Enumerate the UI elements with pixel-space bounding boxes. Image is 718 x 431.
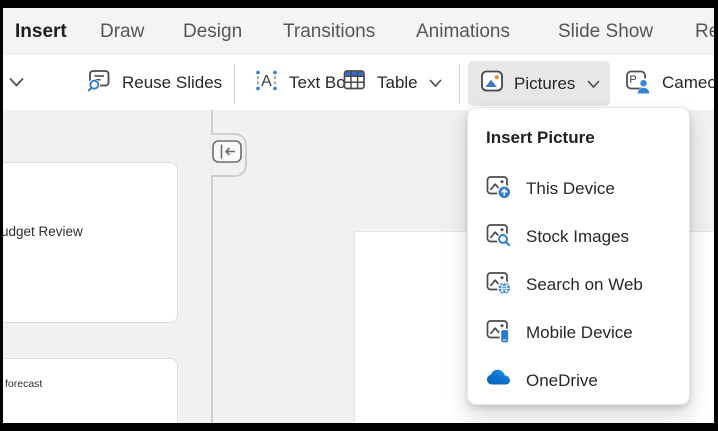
tab-transitions[interactable]: Transitions	[283, 8, 375, 55]
powerpoint-app: Insert Draw Design Transitions Animation…	[3, 8, 714, 423]
svg-text:A: A	[261, 73, 272, 90]
tab-insert[interactable]: Insert	[15, 8, 67, 55]
onedrive-icon	[485, 365, 512, 397]
reuse-slides-icon	[85, 66, 113, 99]
text-box-icon: A	[253, 67, 280, 99]
picture-search-icon	[485, 221, 512, 253]
cameo-icon: P	[622, 65, 653, 101]
menu-item-this-device[interactable]: This Device	[468, 165, 689, 213]
menu-item-mobile-device[interactable]: Mobile Device	[468, 309, 689, 357]
tab-slide-show[interactable]: Slide Show	[558, 8, 653, 55]
chevron-down-icon	[8, 73, 25, 93]
tab-draw[interactable]: Draw	[100, 8, 144, 55]
table-label: Table	[377, 73, 418, 93]
app-window: Insert Draw Design Transitions Animation…	[0, 0, 718, 431]
ribbon-toolbar: Reuse Slides A Text Box	[3, 55, 714, 110]
reuse-slides-button[interactable]: Reuse Slides	[85, 55, 222, 110]
menu-item-label: Mobile Device	[526, 323, 633, 343]
cameo-button[interactable]: P Cameo	[622, 55, 714, 110]
tab-review[interactable]: Review	[695, 8, 714, 55]
toolbar-separator	[459, 64, 460, 104]
svg-text:P: P	[629, 74, 636, 86]
reuse-slides-label: Reuse Slides	[122, 73, 222, 93]
collapse-thumbnails-icon	[212, 150, 242, 167]
picture-upload-icon	[485, 173, 512, 205]
menu-item-onedrive[interactable]: OneDrive	[468, 357, 689, 405]
pictures-icon	[478, 67, 506, 100]
menu-item-label: Stock Images	[526, 227, 629, 247]
picture-web-icon	[485, 269, 512, 301]
slide-thumbnail-1-title: Budget Review	[3, 224, 83, 239]
slide-thumbnail-2[interactable]	[3, 358, 178, 423]
menu-item-search-on-web[interactable]: Search on Web	[468, 261, 689, 309]
insert-picture-menu: Insert Picture This Device	[467, 107, 690, 405]
collapse-thumbnails-button[interactable]	[212, 140, 242, 163]
tab-animations[interactable]: Animations	[416, 8, 510, 55]
slide-thumbnail-2-title: forecast	[5, 378, 42, 390]
menu-item-label: This Device	[526, 179, 615, 199]
menu-item-label: OneDrive	[526, 371, 598, 391]
ribbon-tab-bar: Insert Draw Design Transitions Animation…	[3, 8, 714, 55]
chevron-down-icon	[429, 73, 442, 93]
table-button[interactable]: Table	[340, 55, 442, 110]
slide-thumbnail-1[interactable]	[3, 162, 178, 323]
table-icon	[340, 66, 368, 99]
toolbar-separator	[234, 64, 235, 104]
insert-picture-menu-title: Insert Picture	[486, 128, 595, 148]
pictures-button[interactable]: Pictures	[468, 61, 610, 106]
chevron-down-icon	[587, 74, 600, 94]
pictures-label: Pictures	[514, 74, 575, 94]
cameo-label: Cameo	[662, 73, 714, 93]
menu-item-label: Search on Web	[526, 275, 643, 295]
picture-mobile-icon	[485, 317, 512, 349]
tab-design[interactable]: Design	[183, 8, 242, 55]
new-slide-dropdown-button[interactable]	[8, 55, 25, 110]
menu-item-stock-images[interactable]: Stock Images	[468, 213, 689, 261]
